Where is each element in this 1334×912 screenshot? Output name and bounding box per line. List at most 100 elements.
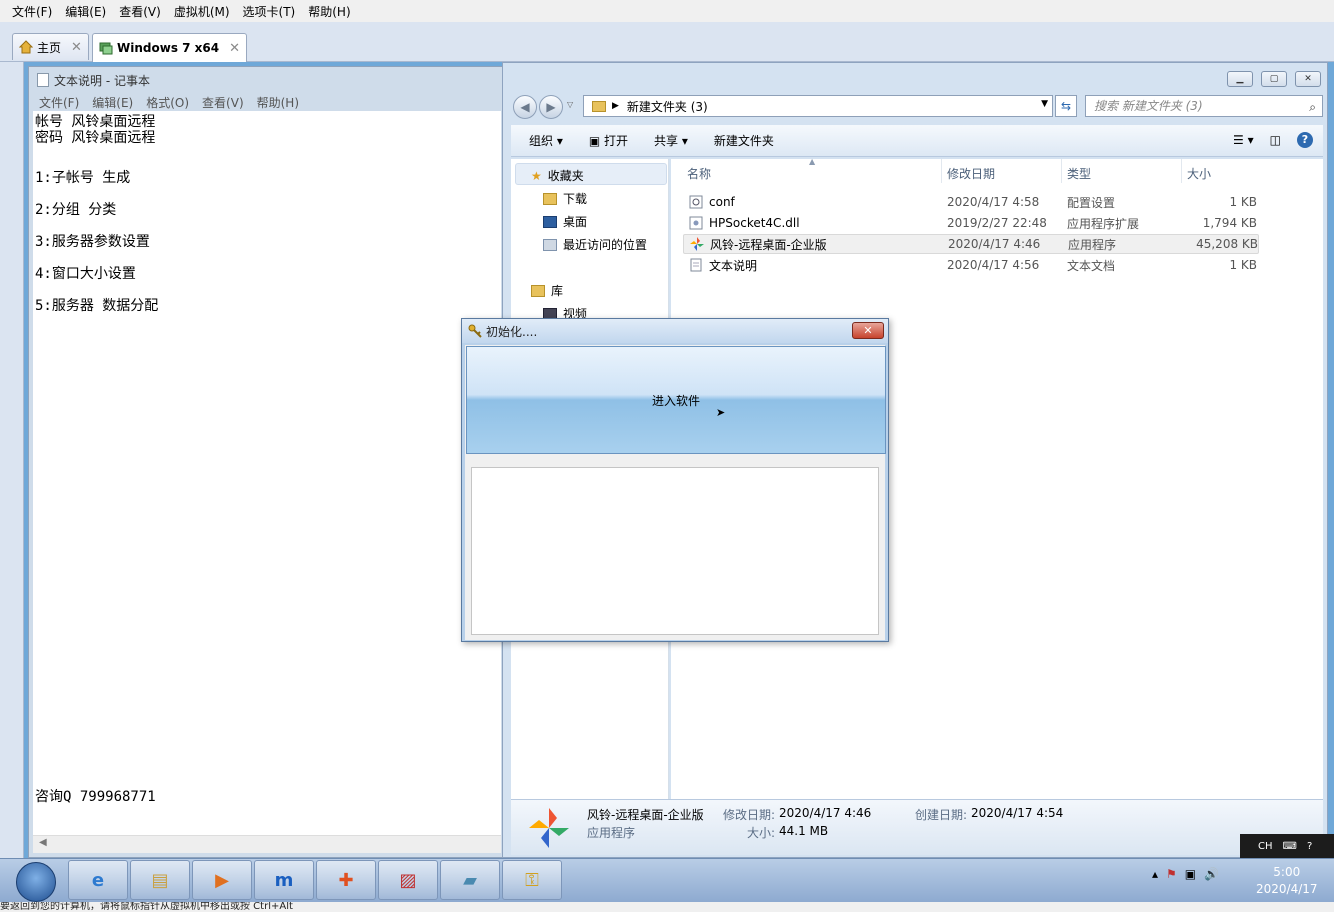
action-center-icon[interactable]: ⚑ <box>1166 867 1177 881</box>
share-button[interactable]: 共享 ▾ <box>654 132 688 149</box>
vm-menu-help[interactable]: 帮助(H) <box>308 3 350 20</box>
nav-favorites[interactable]: ★ 收藏夹 <box>531 167 584 184</box>
taskbar-app-button[interactable]: ✚ <box>316 860 376 900</box>
help-icon[interactable]: ? <box>1297 132 1313 148</box>
vm-menu-view[interactable]: 查看(V) <box>119 3 161 20</box>
dialog-title: 初始化.... <box>486 324 538 339</box>
media-player-icon: ▶ <box>215 869 229 891</box>
text-line-item1: 1:子帐号 生成 <box>35 170 131 186</box>
notepad-menu-file[interactable]: 文件(F) <box>39 94 79 111</box>
tab-home[interactable]: 主页 ✕ <box>12 33 89 60</box>
notepad-menu-edit[interactable]: 编辑(E) <box>92 94 133 111</box>
notepad-menu-format[interactable]: 格式(O) <box>146 94 189 111</box>
nav-recent[interactable]: 最近访问的位置 <box>543 236 647 253</box>
language-bar[interactable]: CH ⌨ ? <box>1240 834 1334 858</box>
text-line-item5: 5:服务器 数据分配 <box>35 298 159 314</box>
notepad-menu-view[interactable]: 查看(V) <box>202 94 244 111</box>
volume-icon[interactable]: 🔊 <box>1204 867 1219 881</box>
close-icon[interactable]: ✕ <box>71 40 82 55</box>
refresh-button[interactable]: ⇆ <box>1055 95 1077 117</box>
close-icon[interactable]: ✕ <box>229 41 240 56</box>
notepad-menu-help[interactable]: 帮助(H) <box>257 94 299 111</box>
horizontal-scrollbar[interactable]: ◀ <box>33 835 501 853</box>
folder-icon <box>592 100 606 112</box>
nav-downloads[interactable]: 下载 <box>543 190 587 207</box>
tab-home-label: 主页 <box>37 40 62 55</box>
language-indicator[interactable]: CH <box>1258 841 1273 852</box>
mouse-cursor-icon: ➤ <box>716 406 726 419</box>
dialog-titlebar[interactable]: 初始化.... ✕ <box>462 319 888 343</box>
open-button[interactable]: ▣ 打开 <box>589 132 628 149</box>
notepad-icon <box>37 73 49 87</box>
new-folder-button[interactable]: 新建文件夹 <box>714 132 774 149</box>
back-button[interactable]: ◀ <box>513 95 537 119</box>
vm-status-text: 要返回到您的计算机，请将鼠标指针从虚拟机中移出或按 Ctrl+Alt <box>0 902 293 912</box>
file-row[interactable]: conf 2020/4/17 4:58 配置设置 1 KB <box>683 192 1259 212</box>
taskbar-key-app-button[interactable]: ⚿ <box>502 860 562 900</box>
star-icon: ★ <box>531 168 542 183</box>
breadcrumb[interactable]: 新建文件夹 (3) <box>627 98 708 115</box>
notepad-menubar: 文件(F) 编辑(E) 格式(O) 查看(V) 帮助(H) <box>29 93 503 111</box>
enter-software-button[interactable]: 进入软件 <box>466 346 886 454</box>
vm-menu-file[interactable]: 文件(F) <box>12 3 52 20</box>
dialog-close-button[interactable]: ✕ <box>852 322 884 339</box>
desktop-icon <box>543 215 557 228</box>
network-icon[interactable]: ▣ <box>1185 867 1196 881</box>
taskbar-media-button[interactable]: ▶ <box>192 860 252 900</box>
file-row[interactable]: 文本说明 2020/4/17 4:56 文本文档 1 KB <box>683 255 1259 275</box>
view-options-icon[interactable]: ☰ ▾ <box>1233 133 1254 147</box>
start-button[interactable] <box>16 862 56 902</box>
help-icon[interactable]: ? <box>1307 841 1312 852</box>
library-icon <box>531 284 545 297</box>
clock-time: 5:00 <box>1273 865 1301 879</box>
clock-date: 2020/4/17 <box>1256 882 1318 896</box>
file-row[interactable]: HPSocket4C.dll 2019/2/27 22:48 应用程序扩展 1,… <box>683 213 1259 233</box>
details-file-kind: 应用程序 <box>587 826 636 840</box>
show-hidden-icons[interactable]: ▴ <box>1152 867 1158 881</box>
vm-menu-edit[interactable]: 编辑(E) <box>65 3 106 20</box>
details-file-name: 风铃-远程桌面-企业版 <box>587 808 704 822</box>
notepad-text-area[interactable]: 帐号 风铃桌面远程 密码 风铃桌面远程 1:子帐号 生成 2:分组 分类 3:服… <box>33 111 501 835</box>
search-icon[interactable]: ⌕ <box>1309 97 1316 117</box>
address-dropdown-icon[interactable]: ▼ <box>1041 99 1048 109</box>
column-header-name[interactable]: 名称 <box>687 165 711 182</box>
text-line-consult: 咨询Q 799968771 <box>35 789 156 805</box>
search-input[interactable]: 搜索 新建文件夹 (3) ⌕ <box>1085 95 1323 117</box>
column-header-size[interactable]: 大小 <box>1187 165 1211 182</box>
vm-menubar: 文件(F) 编辑(E) 查看(V) 虚拟机(M) 选项卡(T) 帮助(H) <box>0 0 1334 22</box>
nav-libraries[interactable]: 库 <box>531 282 563 299</box>
vm-tabbar: 主页 ✕ Windows 7 x64 ✕ <box>0 22 1334 62</box>
folder-icon: ▤ <box>151 869 169 891</box>
tab-windows7[interactable]: Windows 7 x64 ✕ <box>92 33 248 62</box>
clock[interactable]: 5:00 2020/4/17 <box>1256 864 1318 898</box>
home-icon <box>18 40 34 54</box>
taskbar-notepad-button[interactable]: ▰ <box>440 860 500 900</box>
address-bar[interactable]: ▶ 新建文件夹 (3) ▼ <box>583 95 1053 117</box>
minimize-button[interactable]: ▁ <box>1227 71 1253 87</box>
init-dialog: 初始化.... ✕ 进入软件 <box>461 318 889 642</box>
taskbar-explorer-button[interactable]: ▤ <box>130 860 190 900</box>
notepad-titlebar[interactable]: 文本说明 - 记事本 <box>29 67 503 93</box>
taskbar: e ▤ ▶ m ✚ ▨ ▰ ⚿ ▴ ⚑ ▣ 🔊 5:00 2020/4/17 <box>0 858 1334 902</box>
breadcrumb-arrow-icon[interactable]: ▶ <box>612 101 619 111</box>
history-dropdown-icon[interactable]: ▽ <box>567 100 573 109</box>
text-line-item2: 2:分组 分类 <box>35 202 117 218</box>
forward-button[interactable]: ▶ <box>539 95 563 119</box>
column-header-type[interactable]: 类型 <box>1067 165 1091 182</box>
close-button[interactable]: ✕ <box>1295 71 1321 87</box>
nav-desktop[interactable]: 桌面 <box>543 213 587 230</box>
file-row-selected[interactable]: 风铃-远程桌面-企业版 2020/4/17 4:46 应用程序 45,208 K… <box>683 234 1259 254</box>
vm-menu-vm[interactable]: 虚拟机(M) <box>174 3 230 20</box>
maximize-button[interactable]: ▢ <box>1261 71 1287 87</box>
taskbar-maxthon-button[interactable]: m <box>254 860 314 900</box>
preview-pane-icon[interactable]: ◫ <box>1270 133 1281 147</box>
taskbar-ie-button[interactable]: e <box>68 860 128 900</box>
vm-menu-tabs[interactable]: 选项卡(T) <box>243 3 296 20</box>
taskbar-app-button[interactable]: ▨ <box>378 860 438 900</box>
organize-button[interactable]: 组织 ▾ <box>529 132 563 149</box>
recent-places-icon <box>543 238 557 251</box>
column-header-date[interactable]: 修改日期 <box>947 165 995 182</box>
command-bar: 组织 ▾ ▣ 打开 共享 ▾ 新建文件夹 ☰ ▾ ◫ ? <box>511 125 1323 157</box>
scroll-left-icon[interactable]: ◀ <box>39 837 47 848</box>
keyboard-icon[interactable]: ⌨ <box>1283 841 1297 852</box>
